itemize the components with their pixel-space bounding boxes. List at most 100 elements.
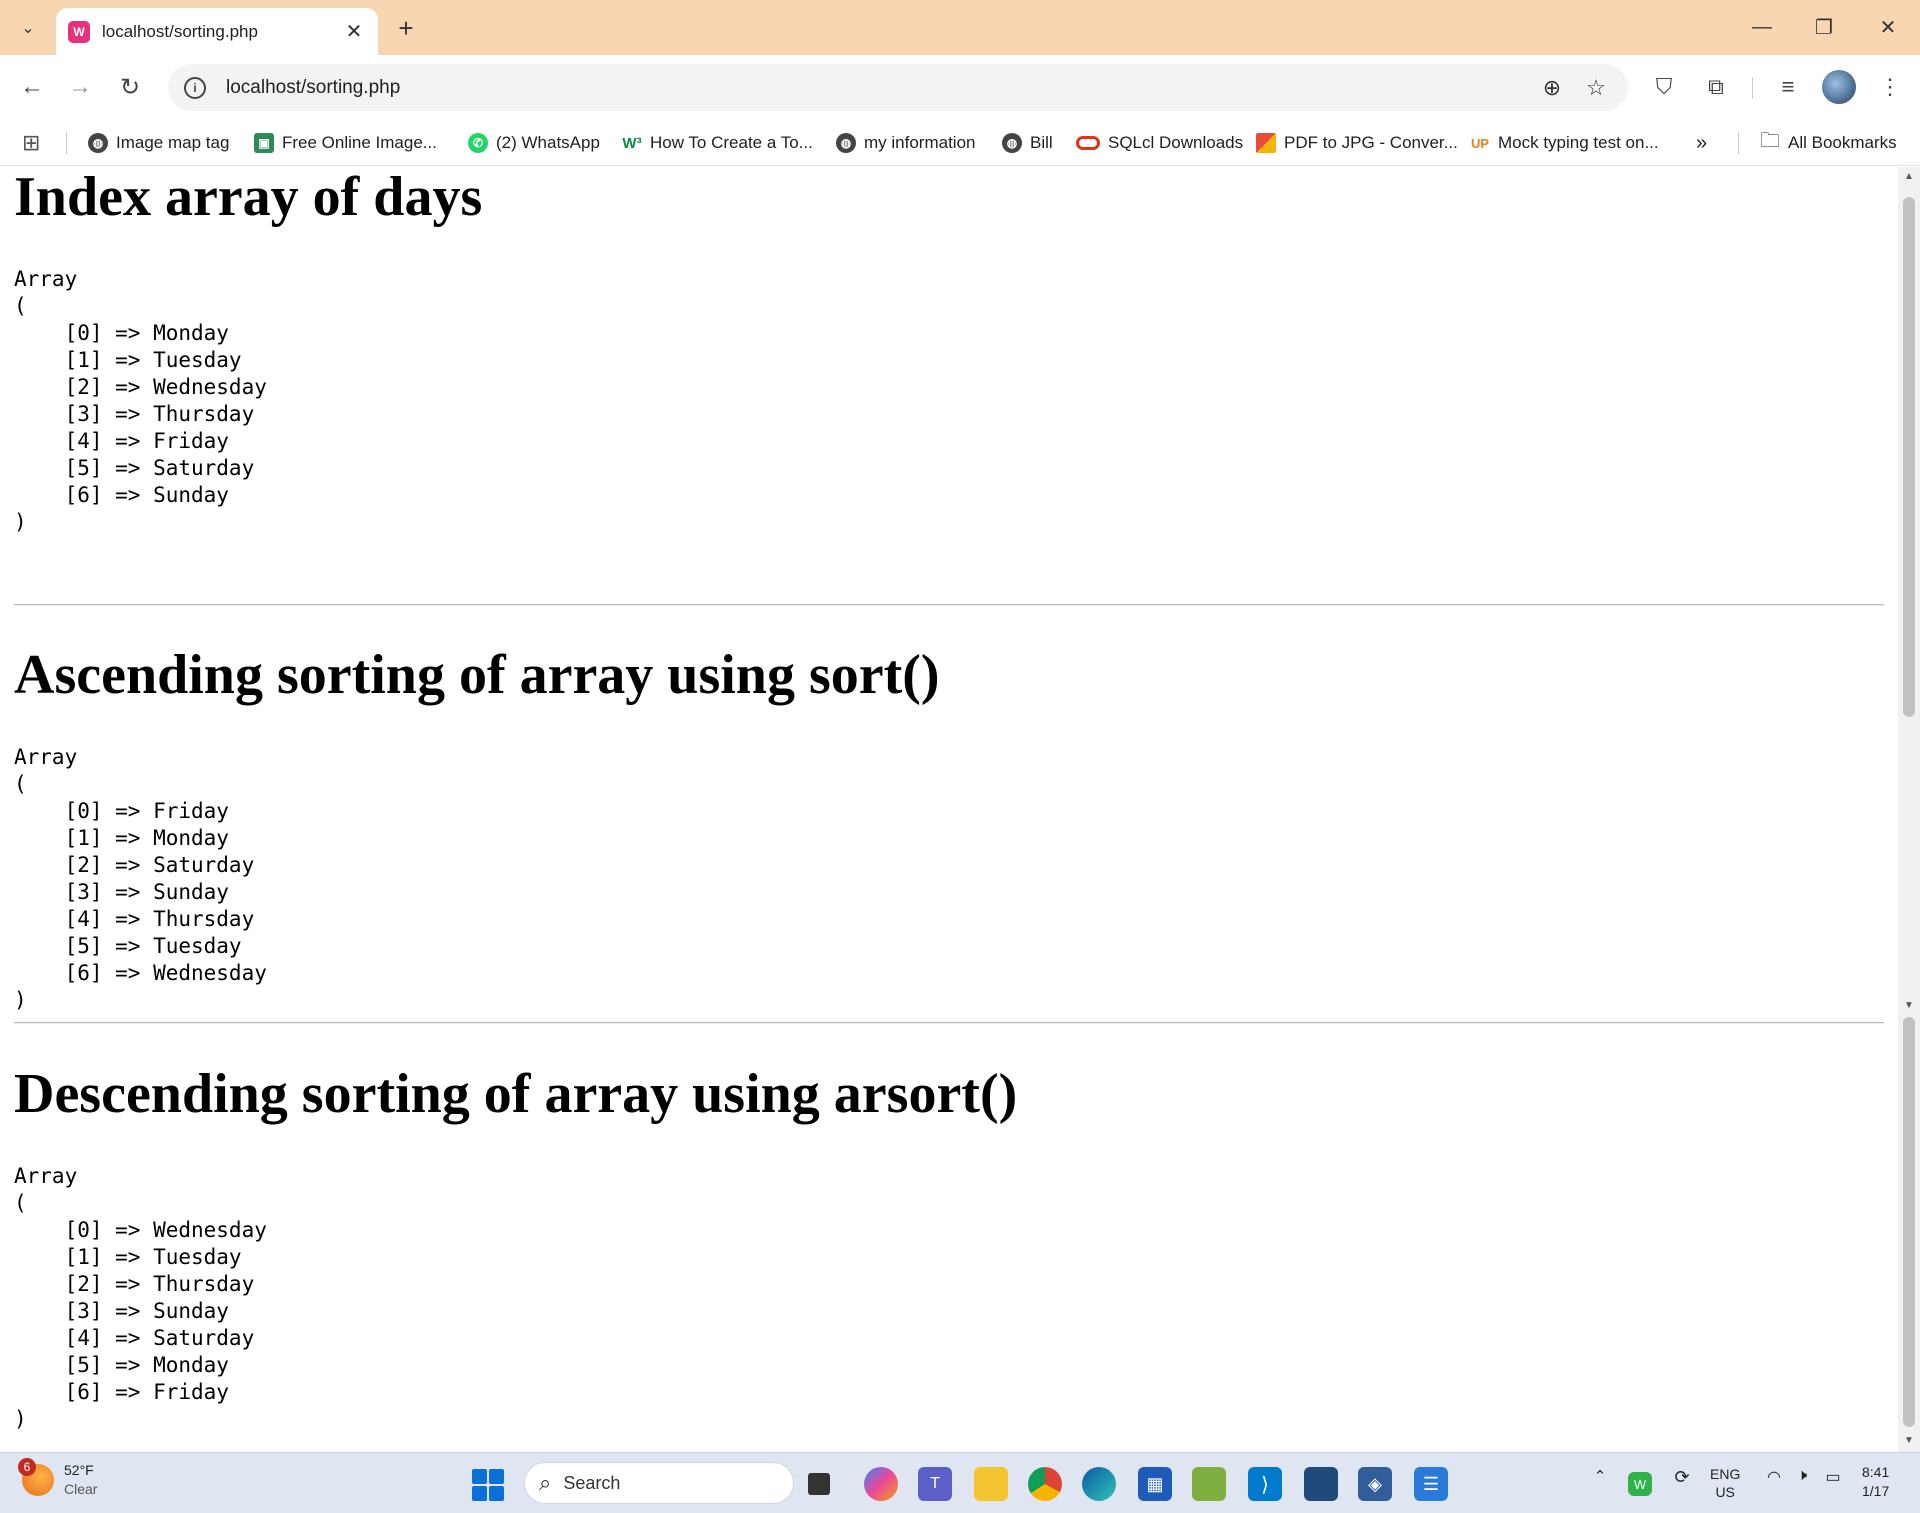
paint-icon[interactable] [1192, 1467, 1226, 1501]
bookmark-label: How To Create a To... [650, 133, 813, 152]
media-controls-icon[interactable]: ≡ [1770, 69, 1806, 105]
virtualbox-icon[interactable]: ◈ [1358, 1467, 1392, 1501]
array-output: Array ( [0] => Friday [1] => Monday [2] … [14, 745, 267, 1012]
title-bar: ⌄ W localhost/sorting.php ✕ + — ❐ ✕ [0, 0, 1920, 55]
toolbar-divider [1752, 77, 1753, 99]
bookmark-label: Bill [1030, 133, 1053, 152]
file-explorer-icon[interactable] [974, 1467, 1008, 1501]
windows-taskbar: 6 52°F Clear ⌕ Search T ▦ ⟩ ◈ ☰ ⌃ W ⟳ EN… [0, 1452, 1920, 1513]
menu-kebab-icon[interactable]: ⋮ [1872, 69, 1908, 105]
scroll-thumb-secondary[interactable] [1903, 1017, 1915, 1427]
array-output: Array ( [0] => Wednesday [1] => Tuesday … [14, 1164, 267, 1431]
start-windows-icon[interactable] [472, 1469, 504, 1501]
globe-icon: ◍ [1002, 133, 1022, 153]
array-output: Array ( [0] => Monday [1] => Tuesday [2]… [14, 267, 267, 534]
scroll-up-arrow-icon[interactable]: ▲ [1903, 171, 1915, 182]
tab-search-chevron-icon[interactable]: ⌄ [10, 10, 46, 46]
weather-condition: Clear [64, 1481, 98, 1497]
more-bookmarks-chevron-icon[interactable]: » [1696, 128, 1707, 158]
wampserver-favicon-icon: W [68, 20, 90, 43]
search-label: Search [563, 1472, 621, 1493]
browser-toolbar: ← → ↻ i localhost/sorting.php ⊕ ☆ ⛉ ⧉ ≡ … [0, 55, 1920, 120]
bookmark-item[interactable]: W³ How To Create a To... [622, 128, 813, 158]
back-arrow-icon[interactable]: ← [14, 69, 50, 105]
page-content: Index array of days Array ( [0] => Monda… [0, 167, 1898, 1452]
bookmark-label: Free Online Image... [282, 133, 437, 152]
store-icon[interactable]: ▦ [1138, 1467, 1172, 1501]
task-view-icon[interactable] [808, 1473, 830, 1495]
ilovepdf-icon [1256, 133, 1276, 153]
bookmark-item[interactable]: PDF to JPG - Conver... [1256, 128, 1458, 158]
weather-widget[interactable]: 6 52°F Clear [18, 1458, 98, 1499]
sync-tray-icon[interactable]: ⟳ [1670, 1467, 1694, 1488]
battery-icon[interactable]: ▭ [1820, 1467, 1846, 1487]
bookmarks-bar: ⊞ ◍ Image map tag ▣ Free Online Image...… [0, 120, 1920, 166]
bookmark-item[interactable]: ▣ Free Online Image... [254, 128, 437, 158]
wampserver-tray-icon[interactable]: W [1628, 1472, 1652, 1496]
scroll-down-arrow-icon[interactable]: ▼ [1903, 1000, 1915, 1011]
minimize-icon[interactable]: — [1742, 12, 1782, 42]
clock-time: 8:41 [1862, 1464, 1890, 1480]
all-bookmarks-button[interactable]: 🗀 All Bookmarks [1760, 128, 1897, 158]
copilot-icon[interactable] [864, 1467, 898, 1501]
tab-close-icon[interactable]: ✕ [342, 19, 366, 44]
whatsapp-icon: ✆ [468, 133, 488, 153]
apps-grid-icon[interactable]: ⊞ [22, 128, 40, 158]
tab-title: localhost/sorting.php [102, 21, 258, 41]
bookmarks-divider [1738, 132, 1739, 154]
restore-icon[interactable]: ❐ [1804, 12, 1844, 42]
reload-icon[interactable]: ↻ [112, 69, 148, 105]
close-window-icon[interactable]: ✕ [1868, 12, 1908, 42]
bookmark-item[interactable]: ◍ Bill [1002, 128, 1053, 158]
language-indicator[interactable]: ENG US [1710, 1465, 1740, 1501]
bookmark-item[interactable]: ✆ (2) WhatsApp [468, 128, 600, 158]
bookmark-label: my information [864, 133, 976, 152]
volume-icon[interactable]: 🕨 [1790, 1467, 1814, 1485]
bookmark-item[interactable]: ◍ Image map tag [88, 128, 229, 158]
page-scrollbar[interactable]: ▲ ▼ ▼ [1898, 167, 1920, 1452]
profile-avatar[interactable] [1822, 70, 1856, 104]
zoom-icon[interactable]: ⊕ [1538, 74, 1566, 102]
section-heading: Ascending sorting of array using sort() [14, 644, 940, 706]
url-text[interactable]: localhost/sorting.php [226, 77, 400, 99]
forward-arrow-icon[interactable]: → [62, 69, 98, 105]
bookmark-label: Mock typing test on... [1498, 133, 1659, 152]
section-heading: Index array of days [14, 167, 483, 228]
notepad-icon[interactable]: ☰ [1414, 1467, 1448, 1501]
bookmark-label: Image map tag [116, 133, 230, 152]
all-bookmarks-label: All Bookmarks [1788, 133, 1897, 152]
address-bar[interactable]: i localhost/sorting.php ⊕ ☆ [168, 64, 1628, 111]
globe-icon: ◍ [836, 133, 856, 153]
image-icon: ▣ [254, 133, 274, 153]
section-heading: Descending sorting of array using arsort… [14, 1063, 1018, 1125]
bookmark-item[interactable]: UP Mock typing test on... [1470, 128, 1659, 158]
folder-icon: 🗀 [1760, 130, 1780, 152]
bookmark-star-icon[interactable]: ☆ [1582, 74, 1610, 102]
wifi-icon[interactable]: ◠ [1762, 1467, 1786, 1487]
bookmark-label: (2) WhatsApp [496, 133, 600, 152]
notification-badge: 6 [18, 1458, 36, 1476]
edge-icon[interactable] [1082, 1467, 1116, 1501]
bookmarks-divider [66, 132, 67, 154]
taskbar-search[interactable]: ⌕ Search [524, 1462, 794, 1504]
tray-overflow-chevron-icon[interactable]: ⌃ [1588, 1467, 1612, 1485]
extensions-puzzle-icon[interactable]: ⧉ [1698, 69, 1734, 105]
tab-active[interactable]: W localhost/sorting.php ✕ [56, 8, 378, 55]
mysql-workbench-icon[interactable] [1304, 1467, 1338, 1501]
bookmark-item[interactable]: SQLcl Downloads [1076, 128, 1243, 158]
weather-temp: 52°F [64, 1462, 94, 1478]
extension-shield-icon[interactable]: ⛉ [1646, 69, 1682, 105]
bookmark-label: SQLcl Downloads [1108, 133, 1244, 152]
bookmark-item[interactable]: ◍ my information [836, 128, 975, 158]
scroll-down-arrow-icon[interactable]: ▼ [1903, 1435, 1915, 1446]
up-icon: UP [1470, 135, 1490, 151]
new-tab-plus-icon[interactable]: + [390, 12, 422, 44]
site-info-icon[interactable]: i [184, 76, 206, 99]
chrome-icon[interactable] [1028, 1467, 1062, 1501]
teams-icon[interactable]: T [918, 1467, 952, 1501]
language-bottom: US [1715, 1484, 1735, 1500]
system-clock[interactable]: 8:41 1/17 [1862, 1463, 1889, 1501]
vscode-icon[interactable]: ⟩ [1248, 1467, 1282, 1501]
w3-icon: W³ [622, 134, 642, 152]
scroll-thumb[interactable] [1903, 197, 1915, 717]
